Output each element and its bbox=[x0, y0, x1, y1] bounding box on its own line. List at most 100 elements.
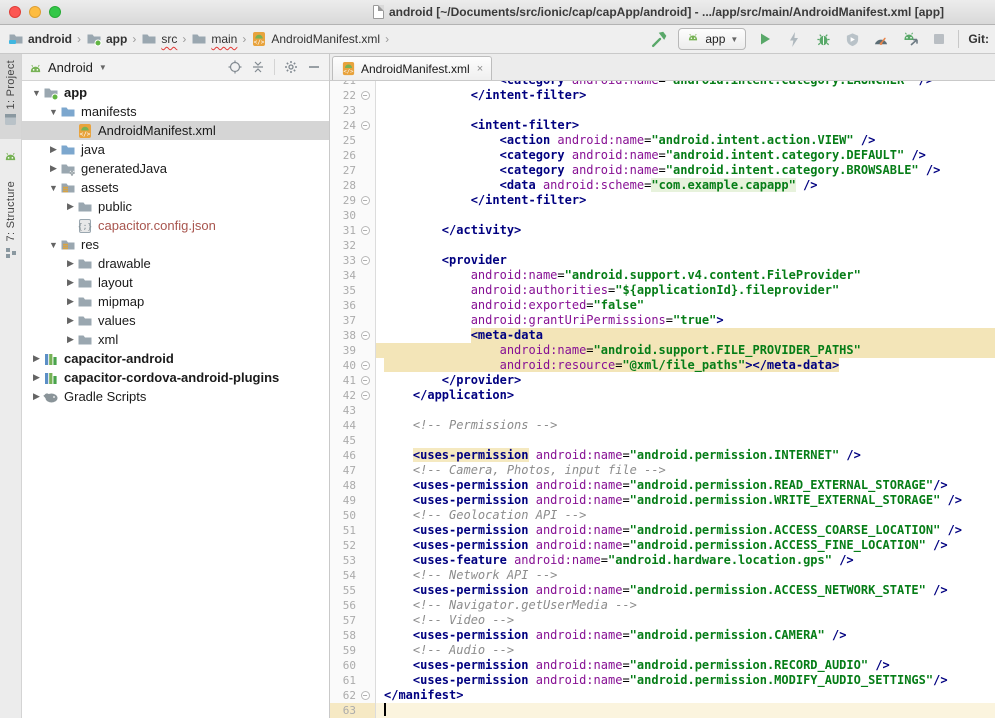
tree-item-assets[interactable]: ▼assets bbox=[22, 178, 329, 197]
code-line[interactable]: <uses-feature android:name="android.hard… bbox=[376, 553, 995, 568]
code-line[interactable]: android:name="android.support.v4.content… bbox=[376, 268, 995, 283]
tree-chevron-right-icon[interactable]: ▶ bbox=[64, 201, 77, 212]
code-line[interactable]: <meta-data bbox=[376, 328, 995, 343]
code-line[interactable]: <uses-permission android:name="android.p… bbox=[376, 448, 995, 463]
code-line[interactable]: <uses-permission android:name="android.p… bbox=[376, 673, 995, 688]
tree-item-values[interactable]: ▶values bbox=[22, 311, 329, 330]
fold-marker-icon[interactable]: − bbox=[361, 91, 370, 100]
tree-item-androidmanifest-xml[interactable]: </>AndroidManifest.xml bbox=[22, 121, 329, 140]
run-with-coverage-icon[interactable] bbox=[842, 29, 862, 49]
run-button[interactable] bbox=[755, 29, 775, 49]
tool-window-button-project[interactable]: 1: Project bbox=[0, 54, 21, 139]
locate-file-icon[interactable] bbox=[226, 58, 244, 76]
code-line[interactable] bbox=[376, 403, 995, 418]
tree-chevron-right-icon[interactable]: ▶ bbox=[64, 296, 77, 307]
code-line[interactable]: <category android:name="android.intent.c… bbox=[376, 163, 995, 178]
code-line[interactable]: <category android:name="android.intent.c… bbox=[376, 148, 995, 163]
tree-item-public[interactable]: ▶public bbox=[22, 197, 329, 216]
tool-window-button-android[interactable] bbox=[0, 139, 21, 175]
tree-chevron-down-icon[interactable]: ▼ bbox=[47, 240, 60, 250]
tool-window-button-structure[interactable]: 7: Structure bbox=[0, 175, 21, 271]
tree-chevron-right-icon[interactable]: ▶ bbox=[30, 391, 43, 402]
code-line[interactable] bbox=[376, 703, 995, 718]
tree-chevron-down-icon[interactable]: ▼ bbox=[47, 107, 60, 117]
tree-chevron-down-icon[interactable]: ▼ bbox=[47, 183, 60, 193]
code-line[interactable]: android:resource="@xml/file_paths"></met… bbox=[376, 358, 995, 373]
code-line[interactable]: </intent-filter> bbox=[376, 88, 995, 103]
code-line[interactable]: android:grantUriPermissions="true"> bbox=[376, 313, 995, 328]
tree-chevron-right-icon[interactable]: ▶ bbox=[64, 277, 77, 288]
tree-item-gradle-scripts[interactable]: ▶Gradle Scripts bbox=[22, 387, 329, 406]
code-line[interactable]: </provider> bbox=[376, 373, 995, 388]
code-line[interactable]: <!-- Camera, Photos, input file --> bbox=[376, 463, 995, 478]
tree-item-drawable[interactable]: ▶drawable bbox=[22, 254, 329, 273]
code-line[interactable]: </application> bbox=[376, 388, 995, 403]
code-line[interactable]: android:authorities="${applicationId}.fi… bbox=[376, 283, 995, 298]
close-window-button[interactable] bbox=[9, 6, 21, 18]
tree-item-res[interactable]: ▼res bbox=[22, 235, 329, 254]
zoom-window-button[interactable] bbox=[49, 6, 61, 18]
fold-marker-icon[interactable]: − bbox=[361, 196, 370, 205]
code-line[interactable]: </activity> bbox=[376, 223, 995, 238]
breadcrumb-item-android[interactable]: android bbox=[6, 30, 74, 48]
code-line[interactable] bbox=[376, 433, 995, 448]
tree-item-capacitor-android[interactable]: ▶capacitor-android bbox=[22, 349, 329, 368]
code-line[interactable]: <uses-permission android:name="android.p… bbox=[376, 658, 995, 673]
tree-chevron-right-icon[interactable]: ▶ bbox=[64, 258, 77, 269]
tree-item-manifests[interactable]: ▼manifests bbox=[22, 102, 329, 121]
code-line[interactable]: android:name="android.support.FILE_PROVI… bbox=[376, 343, 995, 358]
run-configuration-select[interactable]: app ▼ bbox=[678, 28, 746, 50]
fold-marker-icon[interactable]: − bbox=[361, 361, 370, 370]
tree-item-capacitor-config-json[interactable]: {;}capacitor.config.json bbox=[22, 216, 329, 235]
tree-chevron-right-icon[interactable]: ▶ bbox=[30, 372, 43, 383]
code-line[interactable]: <uses-permission android:name="android.p… bbox=[376, 523, 995, 538]
code-line[interactable]: <!-- Geolocation API --> bbox=[376, 508, 995, 523]
collapse-all-icon[interactable] bbox=[249, 58, 267, 76]
tree-item-xml[interactable]: ▶xml bbox=[22, 330, 329, 349]
code-line[interactable]: </intent-filter> bbox=[376, 193, 995, 208]
code-line[interactable]: </manifest> bbox=[376, 688, 995, 703]
code-line[interactable] bbox=[376, 208, 995, 223]
tree-chevron-right-icon[interactable]: ▶ bbox=[47, 144, 60, 155]
hide-panel-icon[interactable] bbox=[305, 58, 323, 76]
fold-marker-icon[interactable]: − bbox=[361, 331, 370, 340]
stop-button[interactable] bbox=[929, 29, 949, 49]
tree-chevron-right-icon[interactable]: ▶ bbox=[64, 315, 77, 326]
code-line[interactable]: <intent-filter> bbox=[376, 118, 995, 133]
settings-gear-icon[interactable] bbox=[282, 58, 300, 76]
profiler-icon[interactable] bbox=[871, 29, 891, 49]
code-line[interactable]: <!-- Audio --> bbox=[376, 643, 995, 658]
tree-item-mipmap[interactable]: ▶mipmap bbox=[22, 292, 329, 311]
tree-item-capacitor-cordova-android-plugins[interactable]: ▶capacitor-cordova-android-plugins bbox=[22, 368, 329, 387]
fold-marker-icon[interactable]: − bbox=[361, 391, 370, 400]
tree-chevron-down-icon[interactable]: ▼ bbox=[30, 88, 43, 98]
debug-button[interactable] bbox=[813, 29, 833, 49]
tree-chevron-right-icon[interactable]: ▶ bbox=[47, 163, 60, 174]
tree-chevron-right-icon[interactable]: ▶ bbox=[30, 353, 43, 364]
code-line[interactable] bbox=[376, 238, 995, 253]
code-line[interactable]: <uses-permission android:name="android.p… bbox=[376, 493, 995, 508]
breadcrumb-item-androidmanifest-xml[interactable]: </>AndroidManifest.xml bbox=[249, 30, 382, 48]
code-line[interactable]: <action android:name="android.intent.act… bbox=[376, 133, 995, 148]
code-line[interactable]: <!-- Video --> bbox=[376, 613, 995, 628]
code-line[interactable]: <uses-permission android:name="android.p… bbox=[376, 628, 995, 643]
fold-marker-icon[interactable]: − bbox=[361, 121, 370, 130]
close-tab-icon[interactable]: × bbox=[477, 63, 483, 75]
fold-marker-icon[interactable]: − bbox=[361, 691, 370, 700]
code-line[interactable]: <uses-permission android:name="android.p… bbox=[376, 538, 995, 553]
code-line[interactable]: <!-- Navigator.getUserMedia --> bbox=[376, 598, 995, 613]
code-line[interactable]: <provider bbox=[376, 253, 995, 268]
tree-chevron-right-icon[interactable]: ▶ bbox=[64, 334, 77, 345]
attach-debugger-icon[interactable] bbox=[900, 29, 920, 49]
build-hammer-icon[interactable] bbox=[649, 29, 669, 49]
code-line[interactable]: <category android:name="android.intent.c… bbox=[376, 81, 995, 88]
tree-item-layout[interactable]: ▶layout bbox=[22, 273, 329, 292]
code-line[interactable]: <uses-permission android:name="android.p… bbox=[376, 583, 995, 598]
fold-marker-icon[interactable]: − bbox=[361, 256, 370, 265]
tree-item-java[interactable]: ▶java bbox=[22, 140, 329, 159]
tree-item-generatedjava[interactable]: ▶generatedJava bbox=[22, 159, 329, 178]
breadcrumb-item-app[interactable]: app bbox=[84, 30, 129, 48]
code-line[interactable]: android:exported="false" bbox=[376, 298, 995, 313]
project-view-select[interactable]: Android bbox=[48, 60, 93, 75]
minimize-window-button[interactable] bbox=[29, 6, 41, 18]
